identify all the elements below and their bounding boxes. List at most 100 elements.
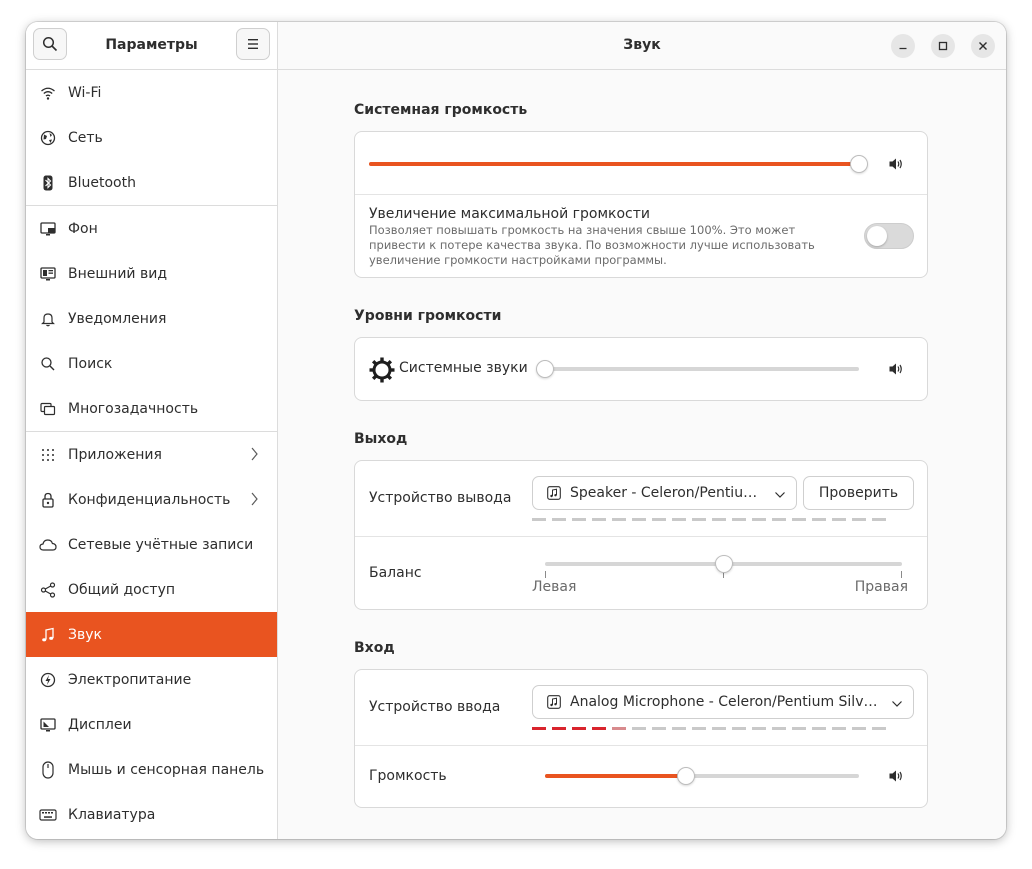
toggle-knob: [867, 226, 887, 246]
balance-tick-left: [545, 571, 546, 578]
sidebar-item-label: Общий доступ: [68, 581, 176, 598]
search-icon: [38, 354, 58, 374]
main-content: Звук Системная громкость Увеличение макс…: [278, 22, 1006, 839]
sidebar-item-label: Сеть: [68, 129, 103, 146]
volume-levels-card: Системные звуки: [354, 337, 928, 401]
output-device-label: Устройство вывода: [369, 490, 512, 506]
keyboard-icon: [38, 805, 58, 825]
minimize-button[interactable]: [891, 34, 915, 58]
input-device-dropdown[interactable]: Analog Microphone - Celeron/Pentium Silv…: [532, 685, 914, 719]
input-device-value: Analog Microphone - Celeron/Pentium Silv…: [570, 694, 883, 710]
input-volume-label: Громкость: [369, 768, 447, 784]
sidebar-item-bluetooth[interactable]: Bluetooth: [26, 160, 277, 205]
system-sounds-track: [545, 367, 859, 371]
music-note-icon: [547, 486, 561, 500]
sidebar-item-power[interactable]: Электропитание: [26, 657, 277, 702]
display-icon: [38, 715, 58, 735]
balance-left-label: Левая: [532, 579, 577, 595]
input-level-meter: [532, 727, 886, 730]
speaker-icon[interactable]: [888, 156, 904, 176]
sidebar-item-label: Фон: [68, 220, 98, 237]
lock-icon: [38, 490, 58, 510]
mouse-icon: [38, 760, 58, 780]
system-sounds-gear-icon: [369, 357, 395, 387]
network-globe-icon: [38, 128, 58, 148]
overamp-description: Позволяет повышать громкость на значения…: [369, 223, 815, 267]
sidebar-item-label: Дисплеи: [68, 716, 132, 733]
balance-right-label: Правая: [854, 579, 908, 595]
sidebar-item-appearance[interactable]: Внешний вид: [26, 251, 277, 296]
sidebar-item-sharing[interactable]: Общий доступ: [26, 567, 277, 612]
power-icon: [38, 670, 58, 690]
sidebar-item-label: Поиск: [68, 355, 113, 372]
input-card: Устройство ввода Analog Microphone - Cel…: [354, 669, 928, 808]
section-title-output: Выход: [354, 431, 408, 447]
wifi-icon: [38, 83, 58, 103]
output-device-value: Speaker - Celeron/Pentium Silver Process…: [570, 485, 766, 501]
speaker-icon[interactable]: [888, 361, 904, 381]
balance-tick-right: [901, 571, 902, 578]
input-device-label: Устройство ввода: [369, 699, 501, 715]
output-device-dropdown[interactable]: Speaker - Celeron/Pentium Silver Process…: [532, 476, 797, 510]
system-volume-slider[interactable]: [850, 155, 868, 173]
overamp-toggle[interactable]: [864, 223, 914, 249]
sidebar-item-sound[interactable]: Звук: [26, 612, 277, 657]
section-title-system-volume: Системная громкость: [354, 102, 528, 118]
maximize-button[interactable]: [931, 34, 955, 58]
sidebar-item-label: Электропитание: [68, 671, 192, 688]
sidebar-header: Параметры: [26, 22, 277, 70]
system-volume-card: Увеличение максимальной громкости Позвол…: [354, 131, 928, 278]
sidebar-item-label: Многозадачность: [68, 400, 199, 417]
sidebar-item-apps[interactable]: Приложения: [26, 432, 277, 477]
sidebar-item-label: Конфиденциальность: [68, 491, 231, 508]
multitasking-icon: [38, 399, 58, 419]
input-volume-slider[interactable]: [677, 767, 696, 785]
sidebar-item-background[interactable]: Фон: [26, 206, 277, 251]
share-icon: [38, 580, 58, 600]
music-note-icon: [38, 625, 58, 645]
minimize-icon: [899, 47, 907, 50]
chevron-right-icon: [249, 491, 259, 511]
close-icon: [979, 42, 987, 50]
background-icon: [38, 219, 58, 239]
maximize-icon: [938, 41, 948, 51]
sidebar-item-label: Клавиатура: [68, 806, 156, 823]
sidebar-list: Wi-Fi Сеть Bluetooth Фон Внешний вид Уве…: [26, 70, 277, 837]
sidebar-item-displays[interactable]: Дисплеи: [26, 702, 277, 747]
sidebar-item-mouse[interactable]: Мышь и сенсорная панель: [26, 747, 277, 792]
sidebar-item-multitasking[interactable]: Многозадачность: [26, 386, 277, 431]
section-title-volume-levels: Уровни громкости: [354, 308, 502, 324]
test-output-button[interactable]: Проверить: [803, 476, 914, 510]
sidebar-item-search[interactable]: Поиск: [26, 341, 277, 386]
sidebar-item-network[interactable]: Сеть: [26, 115, 277, 160]
music-note-icon: [547, 695, 561, 709]
sidebar-item-online-accounts[interactable]: Сетевые учётные записи: [26, 522, 277, 567]
close-button[interactable]: [971, 34, 995, 58]
sidebar-item-label: Приложения: [68, 446, 162, 463]
chevron-down-icon: [774, 488, 786, 504]
cloud-icon: [38, 535, 58, 555]
section-title-input: Вход: [354, 640, 395, 656]
sidebar-item-privacy[interactable]: Конфиденциальность: [26, 477, 277, 522]
sidebar-item-wifi[interactable]: Wi-Fi: [26, 70, 277, 115]
chevron-down-icon: [891, 697, 903, 713]
system-sounds-slider[interactable]: [536, 360, 554, 378]
sidebar-item-notifications[interactable]: Уведомления: [26, 296, 277, 341]
main-header: Звук: [278, 22, 1006, 70]
sidebar-item-keyboard[interactable]: Клавиатура: [26, 792, 277, 837]
output-card: Устройство вывода Speaker - Celeron/Pent…: [354, 460, 928, 610]
system-volume-fill: [369, 162, 859, 166]
sidebar: Параметры Wi-Fi Сеть Bluetooth Фон Внешн…: [26, 22, 278, 839]
sidebar-item-label: Уведомления: [68, 310, 167, 327]
balance-label: Баланс: [369, 565, 422, 581]
balance-slider[interactable]: [714, 555, 733, 573]
menu-button[interactable]: [236, 28, 270, 60]
hamburger-menu-icon: [248, 39, 258, 49]
sidebar-item-label: Bluetooth: [68, 174, 136, 191]
sidebar-item-label: Wi-Fi: [68, 84, 102, 101]
row-divider: [355, 536, 927, 537]
appearance-icon: [38, 264, 58, 284]
speaker-icon[interactable]: [888, 768, 904, 788]
apps-grid-icon: [38, 445, 58, 465]
input-volume-fill: [545, 774, 687, 778]
